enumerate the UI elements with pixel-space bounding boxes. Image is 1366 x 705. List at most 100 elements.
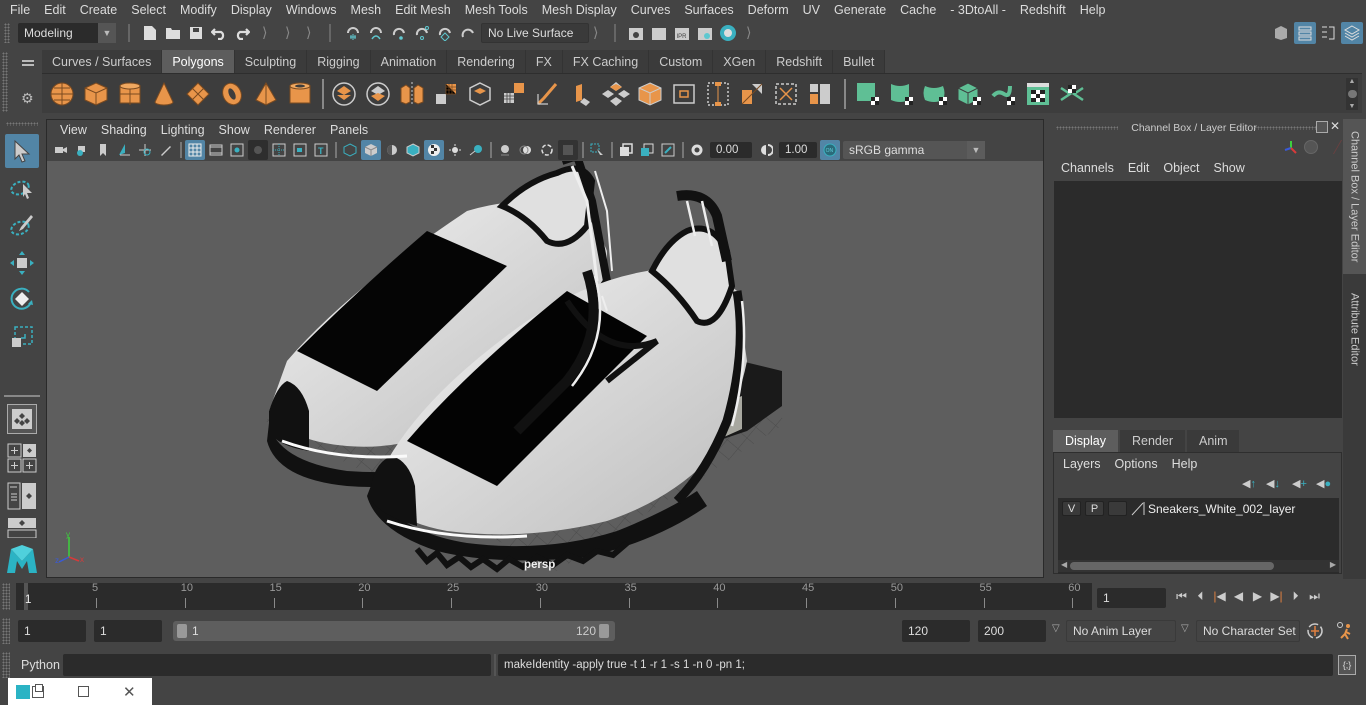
screen-space-ao-icon[interactable] <box>495 140 515 160</box>
isolate-select-icon[interactable] <box>587 140 607 160</box>
uv-spherical-icon[interactable] <box>920 78 952 110</box>
menu-edit[interactable]: Edit <box>37 3 73 17</box>
uv-planar-icon[interactable] <box>852 78 884 110</box>
range-start-handle[interactable] <box>177 624 187 638</box>
wireframe-on-shaded-icon[interactable] <box>403 140 423 160</box>
animation-preferences-icon[interactable] <box>1335 621 1355 641</box>
new-layer-icon[interactable]: ◀+ <box>1292 477 1307 490</box>
scale-tool[interactable] <box>5 320 39 354</box>
close-window-icon[interactable]: ✕ <box>123 683 136 701</box>
drag-grip[interactable] <box>2 52 8 112</box>
snap-view-plane-icon[interactable] <box>411 22 433 44</box>
camera-attributes-icon[interactable] <box>72 140 92 160</box>
persp-outliner-layout-button[interactable] <box>6 480 38 512</box>
step-back-key-icon[interactable]: | ◀ <box>1210 586 1229 606</box>
use-default-material-icon[interactable] <box>382 140 402 160</box>
scroll-thumb[interactable] <box>1347 90 1357 98</box>
outliner-toggle-icon[interactable] <box>1317 22 1339 44</box>
field-chart-icon[interactable] <box>269 140 289 160</box>
save-scene-icon[interactable] <box>185 22 207 44</box>
ipr-render-icon[interactable]: IPR <box>671 22 693 44</box>
separate-icon[interactable] <box>362 78 394 110</box>
menu-mesh-display[interactable]: Mesh Display <box>535 3 624 17</box>
camera-select-icon[interactable] <box>51 140 71 160</box>
options-menu[interactable]: Options <box>1108 457 1165 471</box>
side-tab-attribute-editor[interactable]: Attribute Editor <box>1343 279 1366 379</box>
viewport-menu-lighting[interactable]: Lighting <box>154 123 212 137</box>
manipulator-axes-icon[interactable] <box>1283 139 1299 155</box>
viewport-menu-shading[interactable]: Shading <box>94 123 154 137</box>
open-scene-icon[interactable] <box>162 22 184 44</box>
play-backwards-icon[interactable]: ◀ <box>1229 586 1248 606</box>
restore-window-icon[interactable] <box>32 683 44 698</box>
xray-components-icon[interactable] <box>658 140 678 160</box>
range-slider[interactable]: 1 120 <box>173 621 615 641</box>
menu-modify[interactable]: Modify <box>173 3 224 17</box>
channels-menu[interactable]: Channels <box>1054 161 1121 175</box>
depth-of-field-icon[interactable] <box>558 140 578 160</box>
menu-create[interactable]: Create <box>73 3 125 17</box>
layer-tab-display[interactable]: Display <box>1053 430 1118 452</box>
drag-grip[interactable] <box>2 652 10 678</box>
menu-generate[interactable]: Generate <box>827 3 893 17</box>
help-menu[interactable]: Help <box>1165 457 1205 471</box>
layer-color-swatch[interactable] <box>1131 501 1145 516</box>
insert-edge-icon[interactable] <box>736 78 768 110</box>
single-perspective-layout-button[interactable] <box>7 404 37 434</box>
poly-plane-icon[interactable] <box>182 78 214 110</box>
poly-pyramid-icon[interactable] <box>250 78 282 110</box>
uv-editor-icon[interactable] <box>1022 78 1054 110</box>
poly-cone-icon[interactable] <box>148 78 180 110</box>
layer-list-scrollbar[interactable]: ◀ ▶ <box>1058 560 1339 572</box>
playback-end-field[interactable]: 120 <box>902 620 970 642</box>
scroll-thumb[interactable] <box>1070 562 1274 570</box>
color-management-toggle[interactable]: ON <box>820 140 840 160</box>
use-all-lights-icon[interactable] <box>445 140 465 160</box>
drag-grip[interactable] <box>2 618 10 644</box>
shelf-tab-custom[interactable]: Custom <box>649 50 714 73</box>
drag-grip[interactable] <box>4 23 10 43</box>
combine-icon[interactable] <box>328 78 360 110</box>
edge-loop-icon[interactable] <box>702 78 734 110</box>
shelf-tab-rendering[interactable]: Rendering <box>447 50 526 73</box>
merge-icon[interactable] <box>770 78 802 110</box>
menu-curves[interactable]: Curves <box>624 3 678 17</box>
shelf-tab-curves-surfaces[interactable]: Curves / Surfaces <box>42 50 163 73</box>
character-set-dropdown[interactable]: No Character Set <box>1196 620 1300 642</box>
hyperbolic-toggle-icon[interactable] <box>1321 140 1343 154</box>
drag-grip[interactable] <box>6 122 38 126</box>
layer-playback-toggle[interactable]: P <box>1085 501 1104 516</box>
shelf-tab-rigging[interactable]: Rigging <box>307 50 371 73</box>
smooth-shade-icon[interactable] <box>361 140 381 160</box>
go-to-start-icon[interactable]: ⏮ <box>1172 586 1191 606</box>
drag-grip[interactable] <box>2 583 10 610</box>
scroll-down-icon[interactable]: ▼ <box>1349 103 1356 110</box>
target-weld-icon[interactable] <box>804 78 836 110</box>
bevel-icon[interactable] <box>600 78 632 110</box>
anim-layer-dropdown[interactable]: No Anim Layer <box>1066 620 1176 642</box>
mirror-icon[interactable] <box>396 78 428 110</box>
snap-point-icon[interactable] <box>388 22 410 44</box>
resolution-gate-icon[interactable] <box>227 140 247 160</box>
shelf-tab-fx-caching[interactable]: FX Caching <box>562 50 650 73</box>
wireframe-icon[interactable] <box>340 140 360 160</box>
persp-graph-layout-button[interactable] <box>6 516 38 538</box>
snap-grid-icon[interactable] <box>342 22 364 44</box>
bridge-edge-icon[interactable] <box>634 78 666 110</box>
menu-redshift[interactable]: Redshift <box>1013 3 1073 17</box>
poly-cube-icon[interactable] <box>80 78 112 110</box>
viewport-menu-show[interactable]: Show <box>212 123 257 137</box>
anti-aliasing-icon[interactable] <box>537 140 557 160</box>
anim-layer-dropdown-arrow[interactable]: ▽ <box>1052 623 1060 634</box>
step-forward-frame-icon[interactable]: ⏵ <box>1286 586 1305 606</box>
move-tool[interactable] <box>5 246 39 280</box>
poly-sphere-icon[interactable] <box>46 78 78 110</box>
shadows-icon[interactable] <box>466 140 486 160</box>
xray-icon[interactable] <box>616 140 636 160</box>
shelf-tab-fx[interactable]: FX <box>525 50 563 73</box>
scroll-left-icon[interactable]: ◀ <box>1061 560 1067 569</box>
xray-joints-icon[interactable] <box>637 140 657 160</box>
current-frame-field[interactable]: 1 <box>1097 588 1166 608</box>
collapse-arrow-icon[interactable]: ⟩ <box>262 24 267 41</box>
poly-pipe-icon[interactable] <box>284 78 316 110</box>
